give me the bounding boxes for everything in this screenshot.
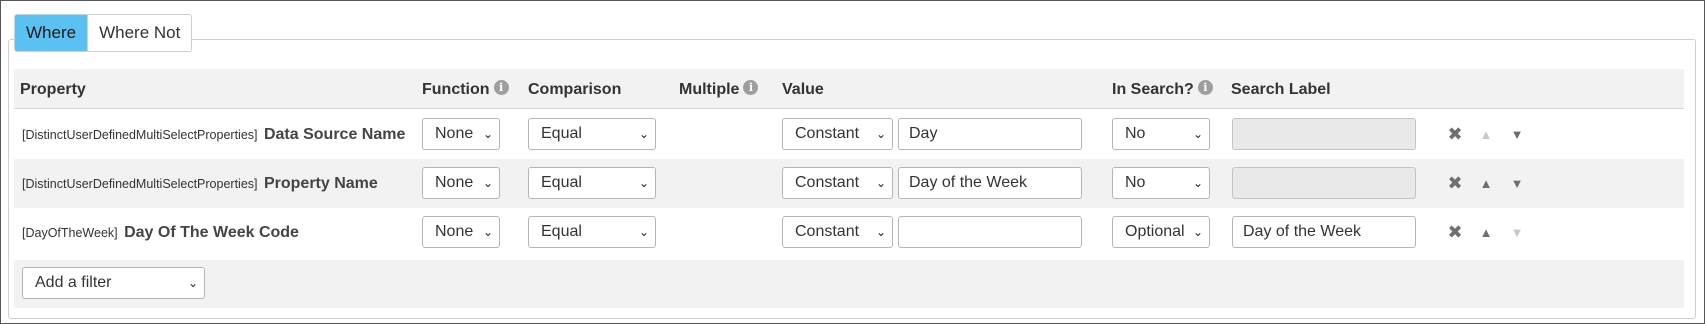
chevron-down-icon: ⌄ xyxy=(1192,176,1203,190)
value-type-select[interactable]: Constant ⌄ xyxy=(782,118,893,150)
chevron-down-icon: ⌄ xyxy=(638,176,649,190)
chevron-down-icon: ⌄ xyxy=(1192,127,1203,141)
close-icon: ✖ xyxy=(1447,124,1463,144)
property-prefix: [DayOfTheWeek] xyxy=(22,226,118,240)
chevron-down-icon: ⌄ xyxy=(875,127,886,141)
chevron-down-icon: ⌄ xyxy=(482,127,493,141)
comparison-select[interactable]: Equal ⌄ xyxy=(528,216,656,248)
table-row: [DayOfTheWeek] Day Of The Week Code None… xyxy=(14,208,1684,257)
chevron-down-icon: ⌄ xyxy=(482,176,493,190)
move-up-button[interactable]: ▲ xyxy=(1475,159,1497,208)
chevron-down-icon: ⌄ xyxy=(638,225,649,239)
in-search-select[interactable]: No ⌄ xyxy=(1112,118,1210,150)
search-label-input xyxy=(1232,118,1416,150)
value-input[interactable] xyxy=(898,216,1082,248)
triangle-up-icon: ▲ xyxy=(1479,225,1493,240)
close-icon: ✖ xyxy=(1447,222,1463,242)
property-prefix: [DistinctUserDefinedMultiSelectPropertie… xyxy=(22,128,258,142)
add-filter-row: Add a filter ⌄ xyxy=(14,260,1684,308)
property-name: Day Of The Week Code xyxy=(124,224,299,241)
chevron-down-icon: ⌄ xyxy=(638,127,649,141)
move-up-button: ▲ xyxy=(1475,110,1497,159)
triangle-down-icon: ▼ xyxy=(1510,225,1524,240)
property-cell: [DistinctUserDefinedMultiSelectPropertie… xyxy=(22,159,378,208)
value-type-select[interactable]: Constant ⌄ xyxy=(782,167,893,199)
chevron-down-icon: ⌄ xyxy=(875,225,886,239)
search-label-input[interactable]: Day of the Week xyxy=(1232,216,1416,248)
filter-tabs: Where Where Not xyxy=(14,14,193,52)
table-header: Property Function i Comparison Multiple i … xyxy=(14,69,1684,109)
move-up-button[interactable]: ▲ xyxy=(1475,208,1497,257)
comparison-select[interactable]: Equal ⌄ xyxy=(528,118,656,150)
info-icon[interactable]: i xyxy=(493,80,509,95)
property-name: Data Source Name xyxy=(263,126,406,143)
header-property: Property xyxy=(20,81,86,98)
tab-where[interactable]: Where xyxy=(15,15,88,51)
move-down-button[interactable]: ▼ xyxy=(1506,159,1528,208)
header-value: Value xyxy=(782,81,824,98)
table-row: [DistinctUserDefinedMultiSelectPropertie… xyxy=(14,159,1684,208)
header-search-label: Search Label xyxy=(1231,81,1331,98)
property-cell: [DayOfTheWeek] Day Of The Week Code xyxy=(22,208,299,257)
info-icon[interactable]: i xyxy=(1197,80,1213,95)
function-select[interactable]: None ⌄ xyxy=(422,216,500,248)
chevron-down-icon: ⌄ xyxy=(187,276,198,290)
remove-row-button[interactable]: ✖ xyxy=(1444,159,1466,208)
add-filter-select[interactable]: Add a filter ⌄ xyxy=(22,267,205,299)
comparison-select[interactable]: Equal ⌄ xyxy=(528,167,656,199)
search-label-input xyxy=(1232,167,1416,199)
in-search-select[interactable]: Optional ⌄ xyxy=(1112,216,1210,248)
triangle-up-icon: ▲ xyxy=(1479,176,1493,191)
remove-row-button[interactable]: ✖ xyxy=(1444,208,1466,257)
function-select[interactable]: None ⌄ xyxy=(422,118,500,150)
chevron-down-icon: ⌄ xyxy=(482,225,493,239)
triangle-down-icon: ▼ xyxy=(1510,176,1524,191)
table-row: [DistinctUserDefinedMultiSelectPropertie… xyxy=(14,110,1684,159)
property-name: Property Name xyxy=(263,175,378,192)
in-search-select[interactable]: No ⌄ xyxy=(1112,167,1210,199)
triangle-up-icon: ▲ xyxy=(1479,127,1493,142)
function-select[interactable]: None ⌄ xyxy=(422,167,500,199)
property-cell: [DistinctUserDefinedMultiSelectPropertie… xyxy=(22,110,405,159)
header-function: Function i xyxy=(422,69,509,109)
chevron-down-icon: ⌄ xyxy=(875,176,886,190)
tab-where-not[interactable]: Where Not xyxy=(87,15,191,51)
value-input[interactable]: Day of the Week xyxy=(898,167,1082,199)
move-down-button: ▼ xyxy=(1506,208,1528,257)
close-icon: ✖ xyxy=(1447,173,1463,193)
value-type-select[interactable]: Constant ⌄ xyxy=(782,216,893,248)
header-comparison: Comparison xyxy=(528,81,622,98)
header-multiple: Multiple i xyxy=(679,69,759,109)
header-in-search: In Search? i xyxy=(1112,69,1213,109)
value-input[interactable]: Day xyxy=(898,118,1082,150)
remove-row-button[interactable]: ✖ xyxy=(1444,110,1466,159)
move-down-button[interactable]: ▼ xyxy=(1506,110,1528,159)
info-icon[interactable]: i xyxy=(743,80,759,95)
property-prefix: [DistinctUserDefinedMultiSelectPropertie… xyxy=(22,177,258,191)
triangle-down-icon: ▼ xyxy=(1510,127,1524,142)
chevron-down-icon: ⌄ xyxy=(1192,225,1203,239)
filter-editor: Where Where Not Property Function i Compa… xyxy=(0,0,1705,324)
